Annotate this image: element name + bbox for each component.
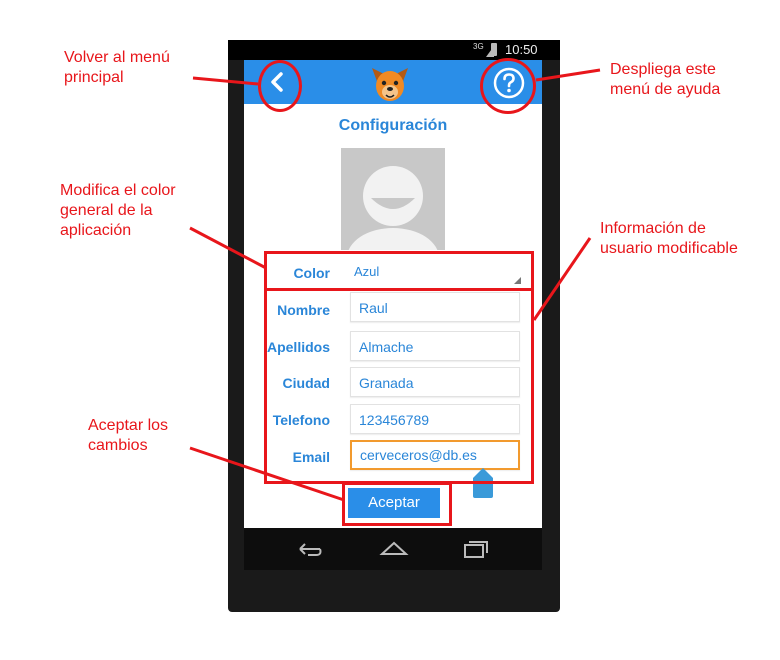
annotation-arrows bbox=[189, 68, 601, 502]
arrow-accept bbox=[189, 446, 345, 502]
arrow-user-info bbox=[532, 237, 592, 321]
arrow-help bbox=[535, 68, 601, 82]
arrow-back bbox=[192, 76, 259, 86]
arrow-color bbox=[189, 226, 267, 270]
